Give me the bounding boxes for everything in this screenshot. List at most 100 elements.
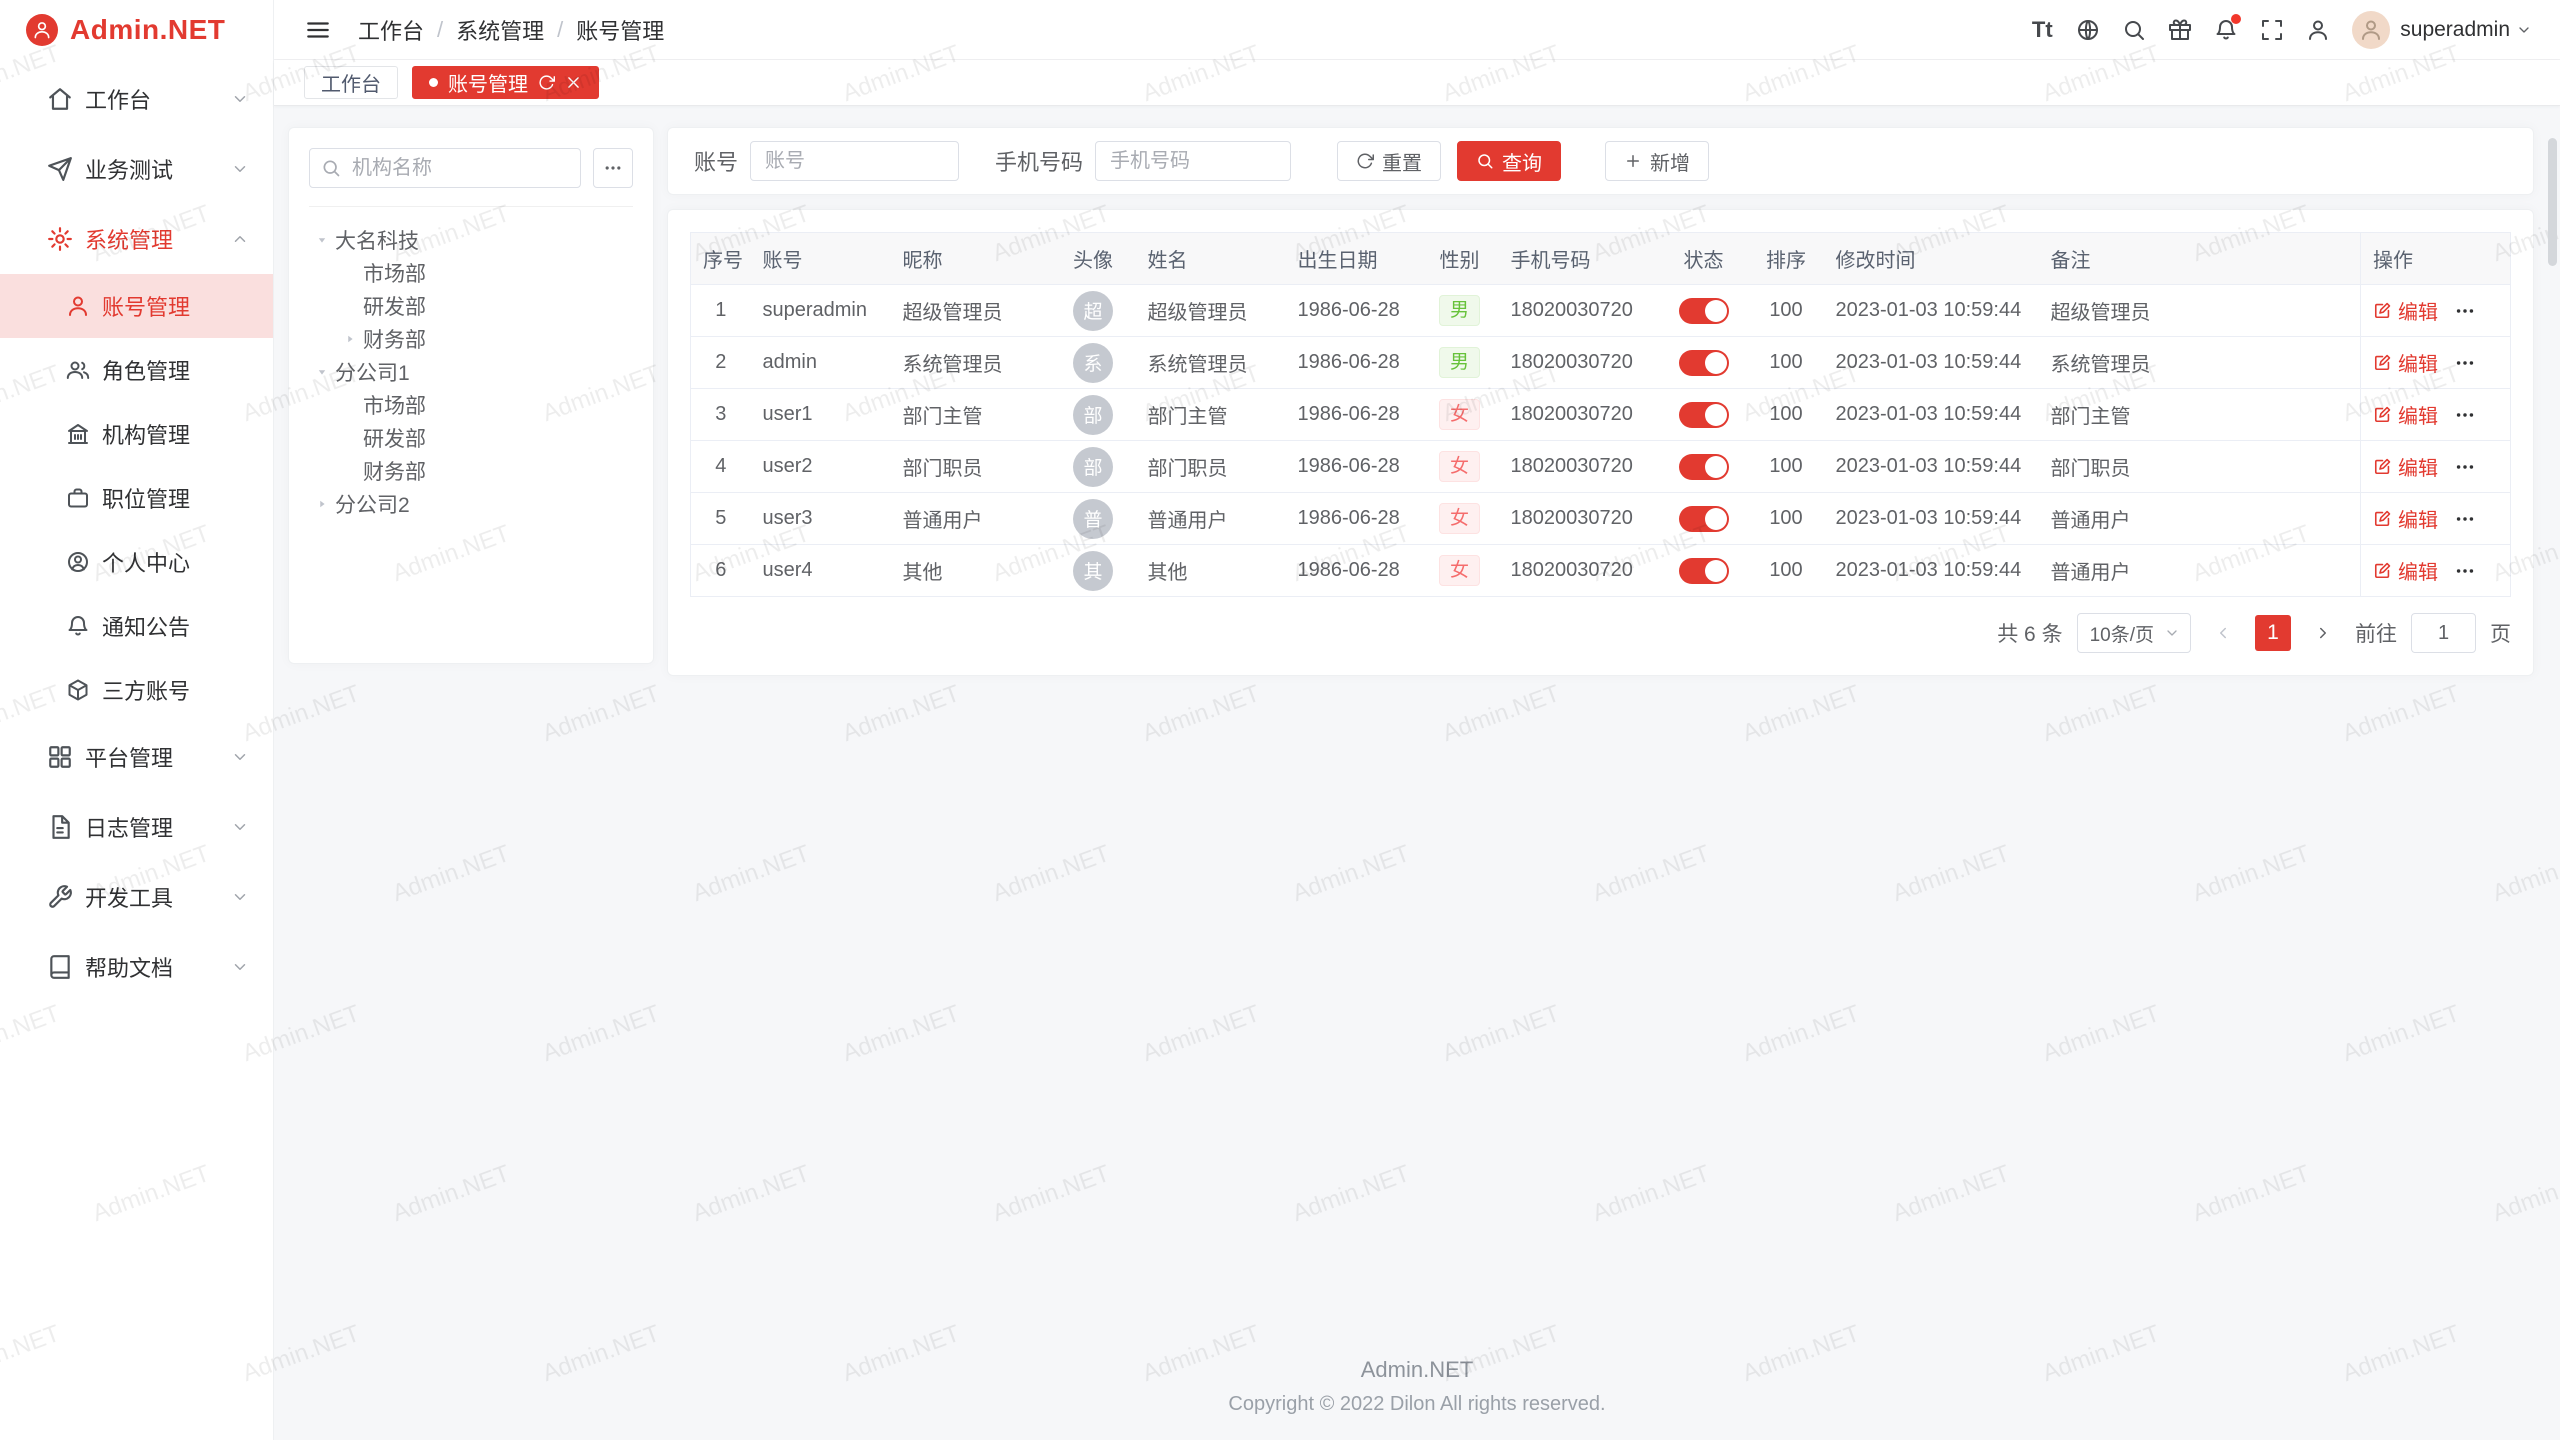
user-icon[interactable] <box>2298 10 2338 50</box>
row-more-button[interactable] <box>2454 456 2476 478</box>
profile-icon <box>66 550 90 574</box>
cell-name: 超级管理员 <box>1136 285 1286 337</box>
cell-no: 3 <box>691 389 751 441</box>
tree-node-5[interactable]: 市场部 <box>309 388 633 421</box>
tree-node-label: 分公司2 <box>335 489 410 519</box>
sidebar-item-help-docs[interactable]: 帮助文档 <box>0 932 273 1002</box>
tree-node-0[interactable]: 大名科技 <box>309 223 633 256</box>
breadcrumb-item-system-management[interactable]: 系统管理 <box>456 14 544 46</box>
tab-refresh-icon[interactable] <box>538 74 555 91</box>
add-button[interactable]: 新增 <box>1605 141 1709 181</box>
language-icon[interactable] <box>2068 10 2108 50</box>
account-input[interactable] <box>750 141 959 181</box>
content: 大名科技市场部研发部财务部分公司1市场部研发部财务部分公司2 账号 手机号码 重… <box>274 106 2560 1343</box>
edit-button[interactable]: 编辑 <box>2373 452 2438 481</box>
goto-page-input[interactable] <box>2411 613 2476 653</box>
reset-button[interactable]: 重置 <box>1337 141 1441 181</box>
sidebar-subitem-org-management[interactable]: 机构管理 <box>0 402 273 466</box>
edit-button[interactable]: 编辑 <box>2373 296 2438 325</box>
status-toggle[interactable] <box>1679 298 1729 324</box>
tree-node-6[interactable]: 研发部 <box>309 421 633 454</box>
logo[interactable]: Admin.NET <box>0 0 273 60</box>
cell-nickname: 超级管理员 <box>891 285 1051 337</box>
org-panel: 大名科技市场部研发部财务部分公司1市场部研发部财务部分公司2 <box>288 127 654 664</box>
sidebar-item-business-test[interactable]: 业务测试 <box>0 134 273 204</box>
search-button[interactable]: 查询 <box>1457 141 1561 181</box>
footer-title: Admin.NET <box>274 1357 2560 1383</box>
font-size-icon[interactable]: Tt <box>2022 10 2062 50</box>
sidebar-subitem-third-party-account[interactable]: 三方账号 <box>0 658 273 722</box>
sidebar-item-system-management[interactable]: 系统管理 <box>0 204 273 274</box>
bell-icon[interactable] <box>2206 10 2246 50</box>
edit-button[interactable]: 编辑 <box>2373 400 2438 429</box>
phone-input[interactable] <box>1095 141 1291 181</box>
username[interactable]: superadmin <box>2400 18 2510 42</box>
sidebar-subitem-account-management[interactable]: 账号管理 <box>0 274 273 338</box>
tree-node-1[interactable]: 市场部 <box>309 256 633 289</box>
tree-node-7[interactable]: 财务部 <box>309 454 633 487</box>
row-more-button[interactable] <box>2454 560 2476 582</box>
sidebar-item-workbench[interactable]: 工作台 <box>0 64 273 134</box>
breadcrumb-item-account-management[interactable]: 账号管理 <box>576 14 664 46</box>
caret-placeholder <box>337 260 363 286</box>
users-icon <box>66 358 90 382</box>
fullscreen-icon[interactable] <box>2252 10 2292 50</box>
cell-account: admin <box>751 337 891 389</box>
cell-avatar: 系 <box>1051 337 1136 389</box>
status-toggle[interactable] <box>1679 402 1729 428</box>
cell-name: 系统管理员 <box>1136 337 1286 389</box>
row-more-button[interactable] <box>2454 352 2476 374</box>
cell-name: 部门职员 <box>1136 441 1286 493</box>
status-toggle[interactable] <box>1679 558 1729 584</box>
scrollbar-thumb[interactable] <box>2548 138 2557 266</box>
cell-modified-time: 2023-01-03 10:59:44 <box>1824 389 2039 441</box>
edit-icon <box>2373 457 2392 476</box>
tab-close-icon[interactable] <box>565 74 582 91</box>
search-icon[interactable] <box>2114 10 2154 50</box>
plus-icon <box>1624 152 1642 170</box>
cell-phone: 18020030720 <box>1499 545 1659 597</box>
breadcrumb-item-workbench[interactable]: 工作台 <box>358 14 424 46</box>
tab-account-management[interactable]: 账号管理 <box>412 66 599 99</box>
org-search-input[interactable] <box>309 148 581 188</box>
tree-node-3[interactable]: 财务部 <box>309 322 633 355</box>
prev-page-button[interactable] <box>2205 615 2241 651</box>
sidebar-item-platform-management[interactable]: 平台管理 <box>0 722 273 792</box>
sidebar-item-dev-tools[interactable]: 开发工具 <box>0 862 273 932</box>
page-size-select[interactable]: 10条/页 <box>2077 613 2191 653</box>
tab-workbench[interactable]: 工作台 <box>304 66 398 99</box>
user-avatar[interactable] <box>2352 11 2390 49</box>
tree-node-4[interactable]: 分公司1 <box>309 355 633 388</box>
row-more-button[interactable] <box>2454 300 2476 322</box>
sidebar-subitem-position-management[interactable]: 职位管理 <box>0 466 273 530</box>
row-more-button[interactable] <box>2454 508 2476 530</box>
footer: Admin.NET Copyright © 2022 Dilon All rig… <box>274 1343 2560 1440</box>
sidebar-subitem-role-management[interactable]: 角色管理 <box>0 338 273 402</box>
edit-button[interactable]: 编辑 <box>2373 556 2438 585</box>
tree-node-2[interactable]: 研发部 <box>309 289 633 322</box>
cell-gender: 男 <box>1421 285 1499 337</box>
cell-status <box>1659 389 1749 441</box>
column-header-birth-date: 出生日期 <box>1286 233 1421 285</box>
row-more-button[interactable] <box>2454 404 2476 426</box>
sidebar-item-log-management[interactable]: 日志管理 <box>0 792 273 862</box>
table-row: 6user4其他其其他1986-06-28女180200307201002023… <box>691 545 2511 597</box>
status-toggle[interactable] <box>1679 506 1729 532</box>
edit-button[interactable]: 编辑 <box>2373 348 2438 377</box>
gift-icon[interactable] <box>2160 10 2200 50</box>
chevron-down-icon[interactable] <box>2516 22 2532 38</box>
org-more-button[interactable] <box>593 148 633 188</box>
page-1-button[interactable]: 1 <box>2255 615 2291 651</box>
toggle-knob <box>1705 404 1727 426</box>
edit-button[interactable]: 编辑 <box>2373 504 2438 533</box>
status-toggle[interactable] <box>1679 454 1729 480</box>
hamburger-menu-icon[interactable] <box>298 10 338 50</box>
next-page-button[interactable] <box>2305 615 2341 651</box>
sidebar-subitem-personal-center[interactable]: 个人中心 <box>0 530 273 594</box>
cell-nickname: 其他 <box>891 545 1051 597</box>
cell-operation: 编辑 <box>2361 493 2511 545</box>
status-toggle[interactable] <box>1679 350 1729 376</box>
chevron-down-icon <box>231 748 249 766</box>
tree-node-8[interactable]: 分公司2 <box>309 487 633 520</box>
sidebar-subitem-notice[interactable]: 通知公告 <box>0 594 273 658</box>
